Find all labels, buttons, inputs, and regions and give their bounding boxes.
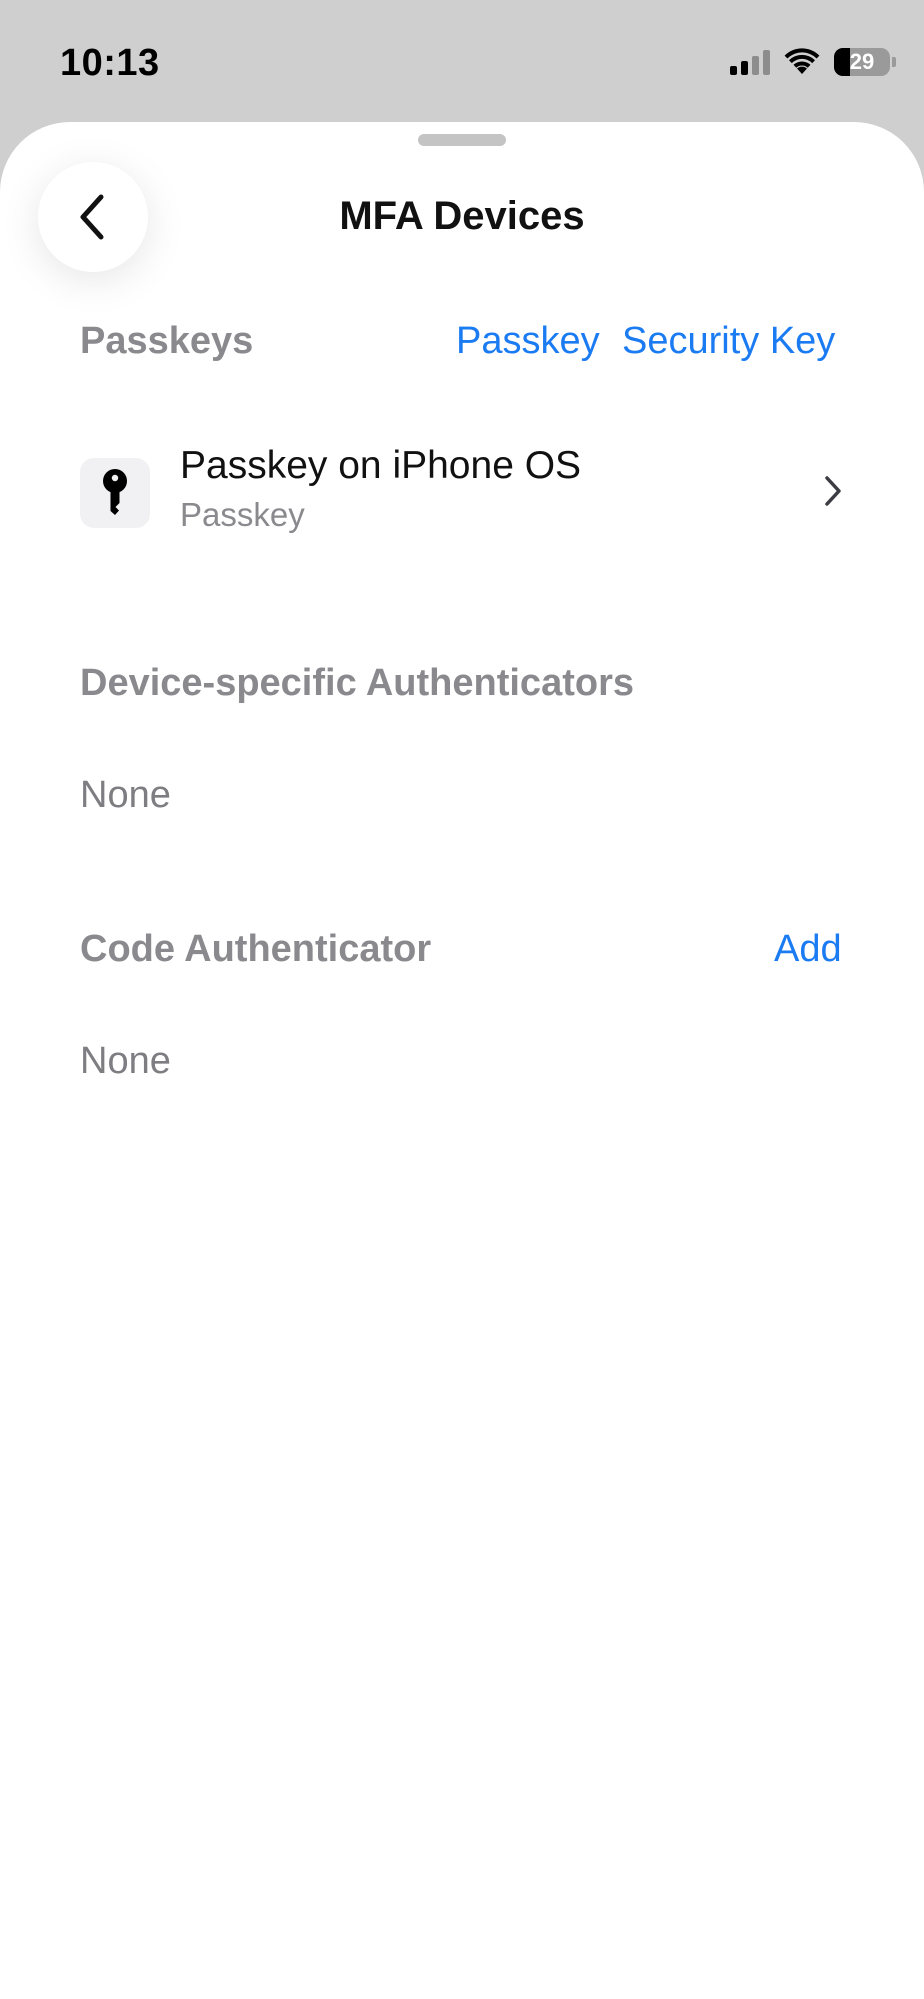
passkey-list-item[interactable]: Passkey on iPhone OS Passkey bbox=[0, 432, 924, 552]
device-authenticators-empty-text: None bbox=[80, 774, 171, 816]
mfa-devices-sheet: MFA Devices Passkeys Passkey Security Ke… bbox=[0, 122, 924, 1999]
chevron-right-icon bbox=[825, 476, 841, 506]
page-title: MFA Devices bbox=[339, 194, 585, 238]
status-bar: 10:13 29 bbox=[0, 0, 924, 120]
status-indicators: 29 bbox=[730, 48, 896, 76]
add-code-authenticator-button[interactable]: Add bbox=[774, 928, 842, 971]
sheet-grabber[interactable] bbox=[418, 134, 506, 146]
cellular-signal-icon bbox=[730, 49, 770, 75]
battery-icon: 29 bbox=[834, 48, 890, 76]
passkeys-section-header: Passkeys bbox=[80, 320, 254, 362]
key-icon-tile bbox=[80, 458, 150, 528]
passkey-item-title: Passkey on iPhone OS bbox=[180, 444, 582, 487]
status-time: 10:13 bbox=[60, 42, 160, 84]
key-icon bbox=[103, 469, 127, 515]
add-security-key-button[interactable]: Security Key bbox=[622, 320, 835, 363]
code-authenticator-empty-text: None bbox=[80, 1040, 171, 1082]
battery-percent: 29 bbox=[849, 49, 875, 74]
battery-nub bbox=[892, 57, 896, 67]
wifi-icon bbox=[784, 48, 820, 76]
passkey-item-subtitle: Passkey bbox=[180, 496, 305, 533]
code-authenticator-section-header: Code Authenticator bbox=[80, 928, 432, 970]
device-authenticators-section-header: Device-specific Authenticators bbox=[80, 662, 634, 704]
add-passkey-button[interactable]: Passkey bbox=[456, 320, 600, 363]
